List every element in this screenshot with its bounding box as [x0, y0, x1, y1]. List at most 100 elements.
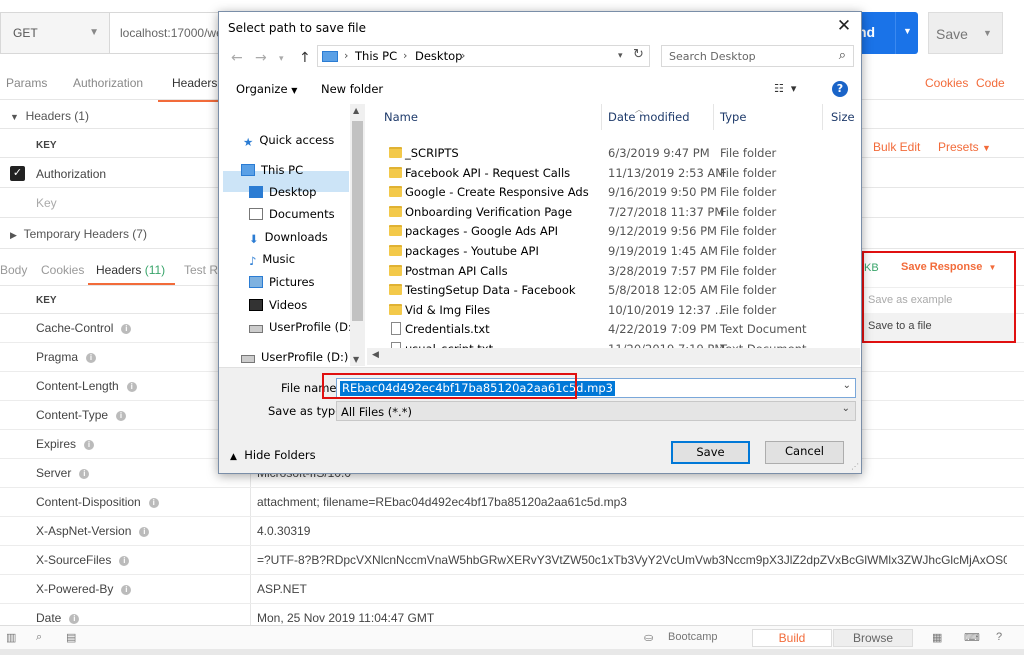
tab-authorization[interactable]: Authorization — [73, 76, 143, 90]
tab-body[interactable]: Body — [0, 263, 27, 277]
view-options-icon[interactable]: ☷ ▾ — [774, 82, 796, 95]
file-date: 7/27/2018 11:37 PM — [608, 204, 725, 219]
horizontal-scrollbar[interactable]: ◀ — [367, 348, 860, 365]
hide-folders-toggle[interactable]: ▲ Hide Folders — [230, 448, 316, 462]
auth-header-key[interactable]: Authorization — [36, 167, 106, 181]
nav-userprofile-drive[interactable]: UserProfile (D:) — [249, 320, 356, 334]
header-key-text: Content-Length — [36, 379, 119, 393]
tab-headers[interactable]: Headers — [157, 76, 228, 102]
file-name: Credentials.txt — [405, 322, 490, 337]
folder-row[interactable]: packages - Google Ads API 9/12/2019 9:56 … — [367, 221, 860, 240]
nav-downloads[interactable]: ⬇ Downloads — [249, 230, 328, 246]
folder-row[interactable]: TestingSetup Data - Facebook 5/8/2018 12:… — [367, 280, 860, 299]
folder-row[interactable]: Onboarding Verification Page 7/27/2018 11… — [367, 202, 860, 221]
nav-documents[interactable]: Documents — [249, 207, 335, 221]
save-as-type-select[interactable]: All Files (*.*) ⌄ — [336, 401, 856, 421]
save-response-button[interactable]: Save Response ▼ — [901, 261, 996, 273]
save-response-panel: KB Save Response ▼ Save as example Save … — [862, 251, 1016, 343]
cancel-button[interactable]: Cancel — [765, 441, 844, 464]
scroll-thumb[interactable] — [352, 121, 363, 321]
headers-section-toggle[interactable]: ▼ Headers (1) — [10, 109, 89, 123]
save-request-button[interactable]: Save — [928, 12, 974, 54]
info-icon: i — [84, 440, 95, 450]
breadcrumb-desktop[interactable]: Desktop — [415, 49, 462, 63]
build-button[interactable]: Build — [752, 629, 832, 647]
caret-down-icon: ▼ — [10, 112, 19, 122]
nav-music[interactable]: ♪ Music — [249, 252, 295, 268]
folder-row[interactable]: _SCRIPTS 6/3/2019 9:47 PM File folder — [367, 143, 860, 162]
tab-params[interactable]: Params — [6, 76, 47, 90]
code-link[interactable]: Code — [976, 76, 1005, 90]
help-icon[interactable]: ? — [832, 81, 848, 97]
tab-response-headers[interactable]: Headers (11) — [96, 263, 165, 277]
nav-desktop[interactable]: Desktop — [249, 185, 316, 199]
file-date: 6/3/2019 9:47 PM — [608, 146, 710, 160]
address-dropdown-icon[interactable]: ▾ — [618, 51, 623, 61]
folder-row[interactable]: Vid & Img Files 10/10/2019 12:37 ... File … — [367, 300, 860, 319]
resize-grip-icon[interactable]: ⋰ — [851, 462, 859, 471]
scroll-up-icon[interactable]: ▲ — [353, 106, 359, 115]
nav-pictures[interactable]: Pictures — [249, 275, 315, 289]
refresh-icon[interactable]: ↻ — [633, 47, 644, 62]
bootcamp-link[interactable]: Bootcamp — [668, 631, 718, 643]
header-key-text: Cache-Control — [36, 321, 114, 335]
header-key-text: Pragma — [36, 350, 79, 364]
tab-cookies[interactable]: Cookies — [41, 263, 84, 277]
folder-row[interactable]: Facebook API - Request Calls 11/13/2019 2… — [367, 163, 860, 182]
response-headers-label: Headers — [96, 263, 142, 277]
scroll-down-icon[interactable]: ▼ — [353, 355, 359, 364]
key-input-placeholder[interactable]: Key — [36, 196, 57, 210]
nav-quick-access[interactable]: ★ Quick access — [243, 133, 334, 149]
desktop-icon — [249, 186, 263, 198]
recent-dropdown-icon[interactable]: ▾ — [279, 54, 284, 64]
help-icon[interactable]: ? — [996, 631, 1002, 643]
save-dropdown-icon[interactable]: ▼ — [973, 12, 1003, 54]
chevron-down-icon: ▼ — [89, 27, 99, 38]
back-arrow-icon[interactable]: ← — [231, 50, 243, 66]
bulk-edit-link[interactable]: Bulk Edit — [873, 140, 920, 154]
column-size[interactable]: Size — [831, 110, 855, 124]
chevron-down-icon[interactable]: ⌄ — [843, 380, 851, 391]
folder-row[interactable]: Google - Create Responsive Ads 9/16/2019 … — [367, 182, 860, 201]
browse-button[interactable]: Browse — [833, 629, 913, 647]
console-icon[interactable]: ▤ — [66, 631, 76, 644]
close-icon[interactable]: ✕ — [833, 15, 855, 37]
chevron-down-icon: ▼ — [291, 86, 298, 95]
organize-menu[interactable]: Organize ▼ — [236, 82, 297, 96]
save-as-example-option[interactable]: Save as example — [864, 287, 1014, 313]
method-select[interactable]: GET ▼ — [0, 12, 110, 54]
forward-arrow-icon[interactable]: → — [255, 50, 267, 66]
table-row: X-Powered-By i ASP.NET — [0, 575, 1024, 604]
search-input[interactable]: Search Desktop ⌕ — [661, 45, 854, 67]
folder-row[interactable]: Postman API Calls 3/28/2019 7:57 PM File f… — [367, 261, 860, 280]
layout-icon[interactable]: ▦ — [932, 631, 942, 644]
info-icon: i — [121, 324, 132, 334]
presets-dropdown[interactable]: Presets ▼ — [938, 140, 991, 154]
scroll-left-icon[interactable]: ◀ — [372, 350, 379, 360]
folder-row[interactable]: packages - Youtube API 9/19/2019 1:45 AM F… — [367, 241, 860, 260]
response-header-key: Server i — [36, 466, 90, 480]
keyboard-icon[interactable]: ⌨ — [964, 631, 980, 644]
column-date-modified[interactable]: Date modified — [608, 110, 690, 124]
sidebar-toggle-icon[interactable]: ▥ — [6, 631, 16, 644]
nav-scrollbar[interactable]: ▲ ▼ — [350, 104, 365, 366]
file-row[interactable]: Credentials.txt 4/22/2019 7:09 PM Text Doc… — [367, 319, 860, 338]
breadcrumb-this-pc[interactable]: This PC — [355, 49, 397, 63]
send-dropdown-icon[interactable]: ▼ — [895, 12, 919, 54]
up-arrow-icon[interactable]: ↑ — [299, 50, 311, 66]
nav-videos[interactable]: Videos — [249, 298, 307, 312]
temp-headers-toggle[interactable]: ▶ Temporary Headers (7) — [10, 227, 147, 241]
search-icon[interactable]: ⌕ — [36, 631, 42, 644]
response-header-value: =?UTF-8?B?RDpcVXNlcnNccmVnaW5hbGRwXERvY3… — [257, 553, 1007, 567]
address-bar[interactable]: › This PC › Desktop › ▾ ↻ — [317, 45, 650, 67]
new-folder-button[interactable]: New folder — [321, 82, 383, 96]
url-input[interactable]: localhost:17000/we — [110, 12, 230, 54]
save-button[interactable]: Save — [671, 441, 750, 464]
save-to-file-option[interactable]: Save to a file — [864, 313, 1014, 341]
column-type[interactable]: Type — [720, 110, 746, 124]
nav-this-pc[interactable]: This PC — [241, 163, 303, 177]
cookies-link[interactable]: Cookies — [925, 76, 968, 90]
nav-userprofile-drive-2[interactable]: UserProfile (D:) — [241, 350, 348, 364]
column-name[interactable]: Name — [384, 110, 418, 124]
authorization-checkbox[interactable]: ✓ — [10, 166, 25, 181]
